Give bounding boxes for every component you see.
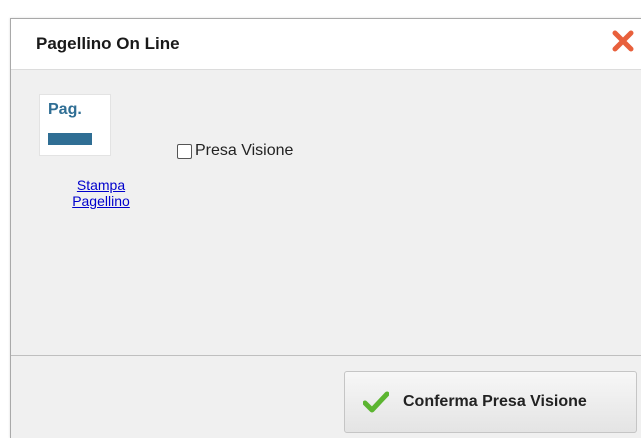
pag-icon-bar xyxy=(48,133,92,145)
dialog-content: Pag. Stampa Pagellino Presa Visione xyxy=(11,70,641,354)
presa-visione-label[interactable]: Presa Visione xyxy=(195,142,293,160)
close-icon[interactable] xyxy=(610,28,636,54)
conferma-presa-visione-button[interactable]: Conferma Presa Visione xyxy=(344,371,637,433)
stampa-pagellino-link[interactable]: Stampa Pagellino xyxy=(51,177,151,209)
checkmark-icon xyxy=(362,391,390,413)
presa-visione-option[interactable]: Presa Visione xyxy=(177,142,293,160)
dialog-title: Pagellino On Line xyxy=(36,34,180,53)
pag-icon-text: Pag. xyxy=(48,101,82,118)
presa-visione-checkbox[interactable] xyxy=(177,143,192,159)
conferma-presa-visione-label: Conferma Presa Visione xyxy=(403,393,587,410)
dialog-footer: Conferma Presa Visione xyxy=(11,355,641,438)
dialog-titlebar: Pagellino On Line xyxy=(11,19,641,70)
pagellino-document-icon[interactable]: Pag. xyxy=(39,94,111,156)
dialog-window: Pagellino On Line Pag. Stampa Pagellino P… xyxy=(10,18,641,438)
